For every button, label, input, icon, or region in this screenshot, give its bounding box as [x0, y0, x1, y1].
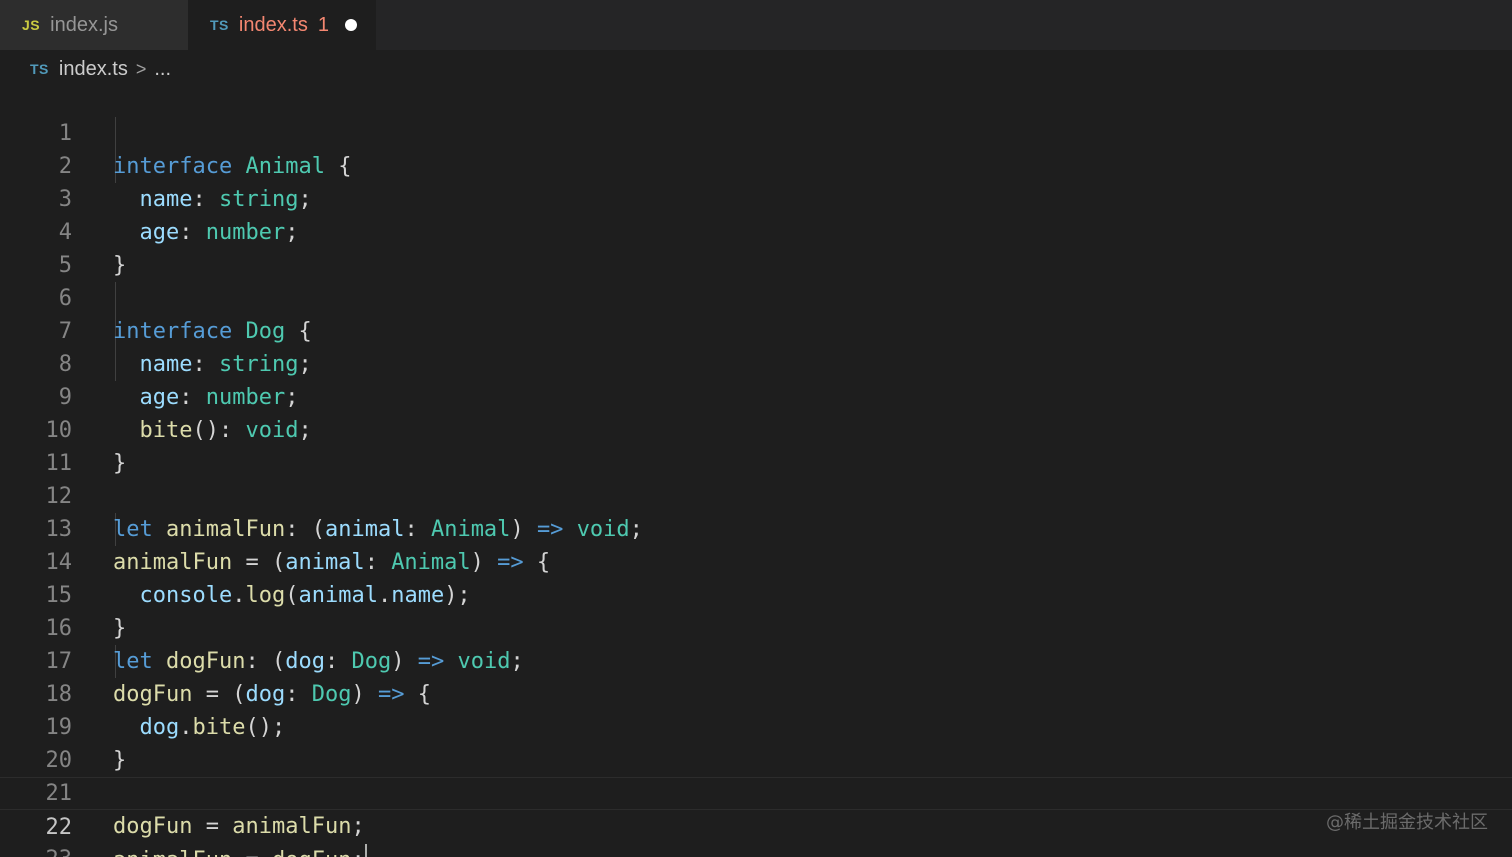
code-text: animalFun = dogFun;: [113, 844, 367, 857]
code-line: 2 name: string;: [0, 117, 1512, 212]
code-line: 19 }: [0, 678, 1512, 773]
code-line: 17 dogFun = (dog: Dog) => {: [0, 612, 1512, 707]
code-editor[interactable]: 1 interface Animal { 2 name: string; 3 a…: [0, 84, 1512, 857]
tab-index-js[interactable]: JS index.js: [0, 0, 188, 50]
watermark: @稀土掘金技术社区: [1326, 812, 1488, 833]
code-line: 13 animalFun = (animal: Animal) => {: [0, 480, 1512, 575]
tab-bar: JS index.js TS index.ts 1: [0, 0, 1512, 50]
code-line: 6 interface Dog {: [0, 249, 1512, 344]
code-line: 9 bite(): void;: [0, 348, 1512, 443]
code-line: 11: [0, 414, 1512, 476]
javascript-file-icon: JS: [22, 17, 41, 33]
code-line: 20: [0, 711, 1512, 773]
error-squiggle: animalFun: [113, 848, 232, 857]
breadcrumb-file[interactable]: index.ts: [59, 58, 128, 81]
code-line: 8 age: number;: [0, 315, 1512, 410]
tab-label: index.js: [50, 13, 118, 36]
problem-count-badge: 1: [317, 13, 329, 36]
code-line: 18 dog.bite();: [0, 645, 1512, 740]
code-line-current: 22 animalFun = dogFun;: [0, 777, 1512, 857]
code-line: 16 let dogFun: (dog: Dog) => void;: [0, 579, 1512, 674]
line-number: 23: [12, 843, 73, 857]
code-line: 12 let animalFun: (animal: Animal) => vo…: [0, 447, 1512, 542]
unsaved-changes-dot-icon[interactable]: [344, 19, 357, 31]
typescript-file-icon: TS: [210, 17, 229, 33]
code-line: 15 }: [0, 546, 1512, 641]
code-line: 1 interface Animal {: [0, 84, 1512, 179]
code-line: 4 }: [0, 183, 1512, 278]
code-line: 21 dogFun = animalFun;: [0, 744, 1512, 839]
breadcrumb: TS index.ts > ...: [30, 56, 171, 82]
breadcrumb-more[interactable]: ...: [154, 58, 171, 81]
code-line: 7 name: string;: [0, 282, 1512, 377]
text-cursor: [364, 844, 367, 857]
chevron-right-icon: >: [135, 58, 147, 79]
code-line: 10 }: [0, 381, 1512, 476]
tab-index-ts[interactable]: TS index.ts 1: [188, 0, 376, 50]
code-line: 5: [0, 216, 1512, 278]
code-line: 14 console.log(animal.name);: [0, 513, 1512, 608]
code-line: 23: [0, 810, 1512, 857]
tab-label: index.ts: [238, 13, 308, 36]
code-line: 3 age: number;: [0, 150, 1512, 245]
typescript-file-icon: TS: [30, 61, 49, 77]
